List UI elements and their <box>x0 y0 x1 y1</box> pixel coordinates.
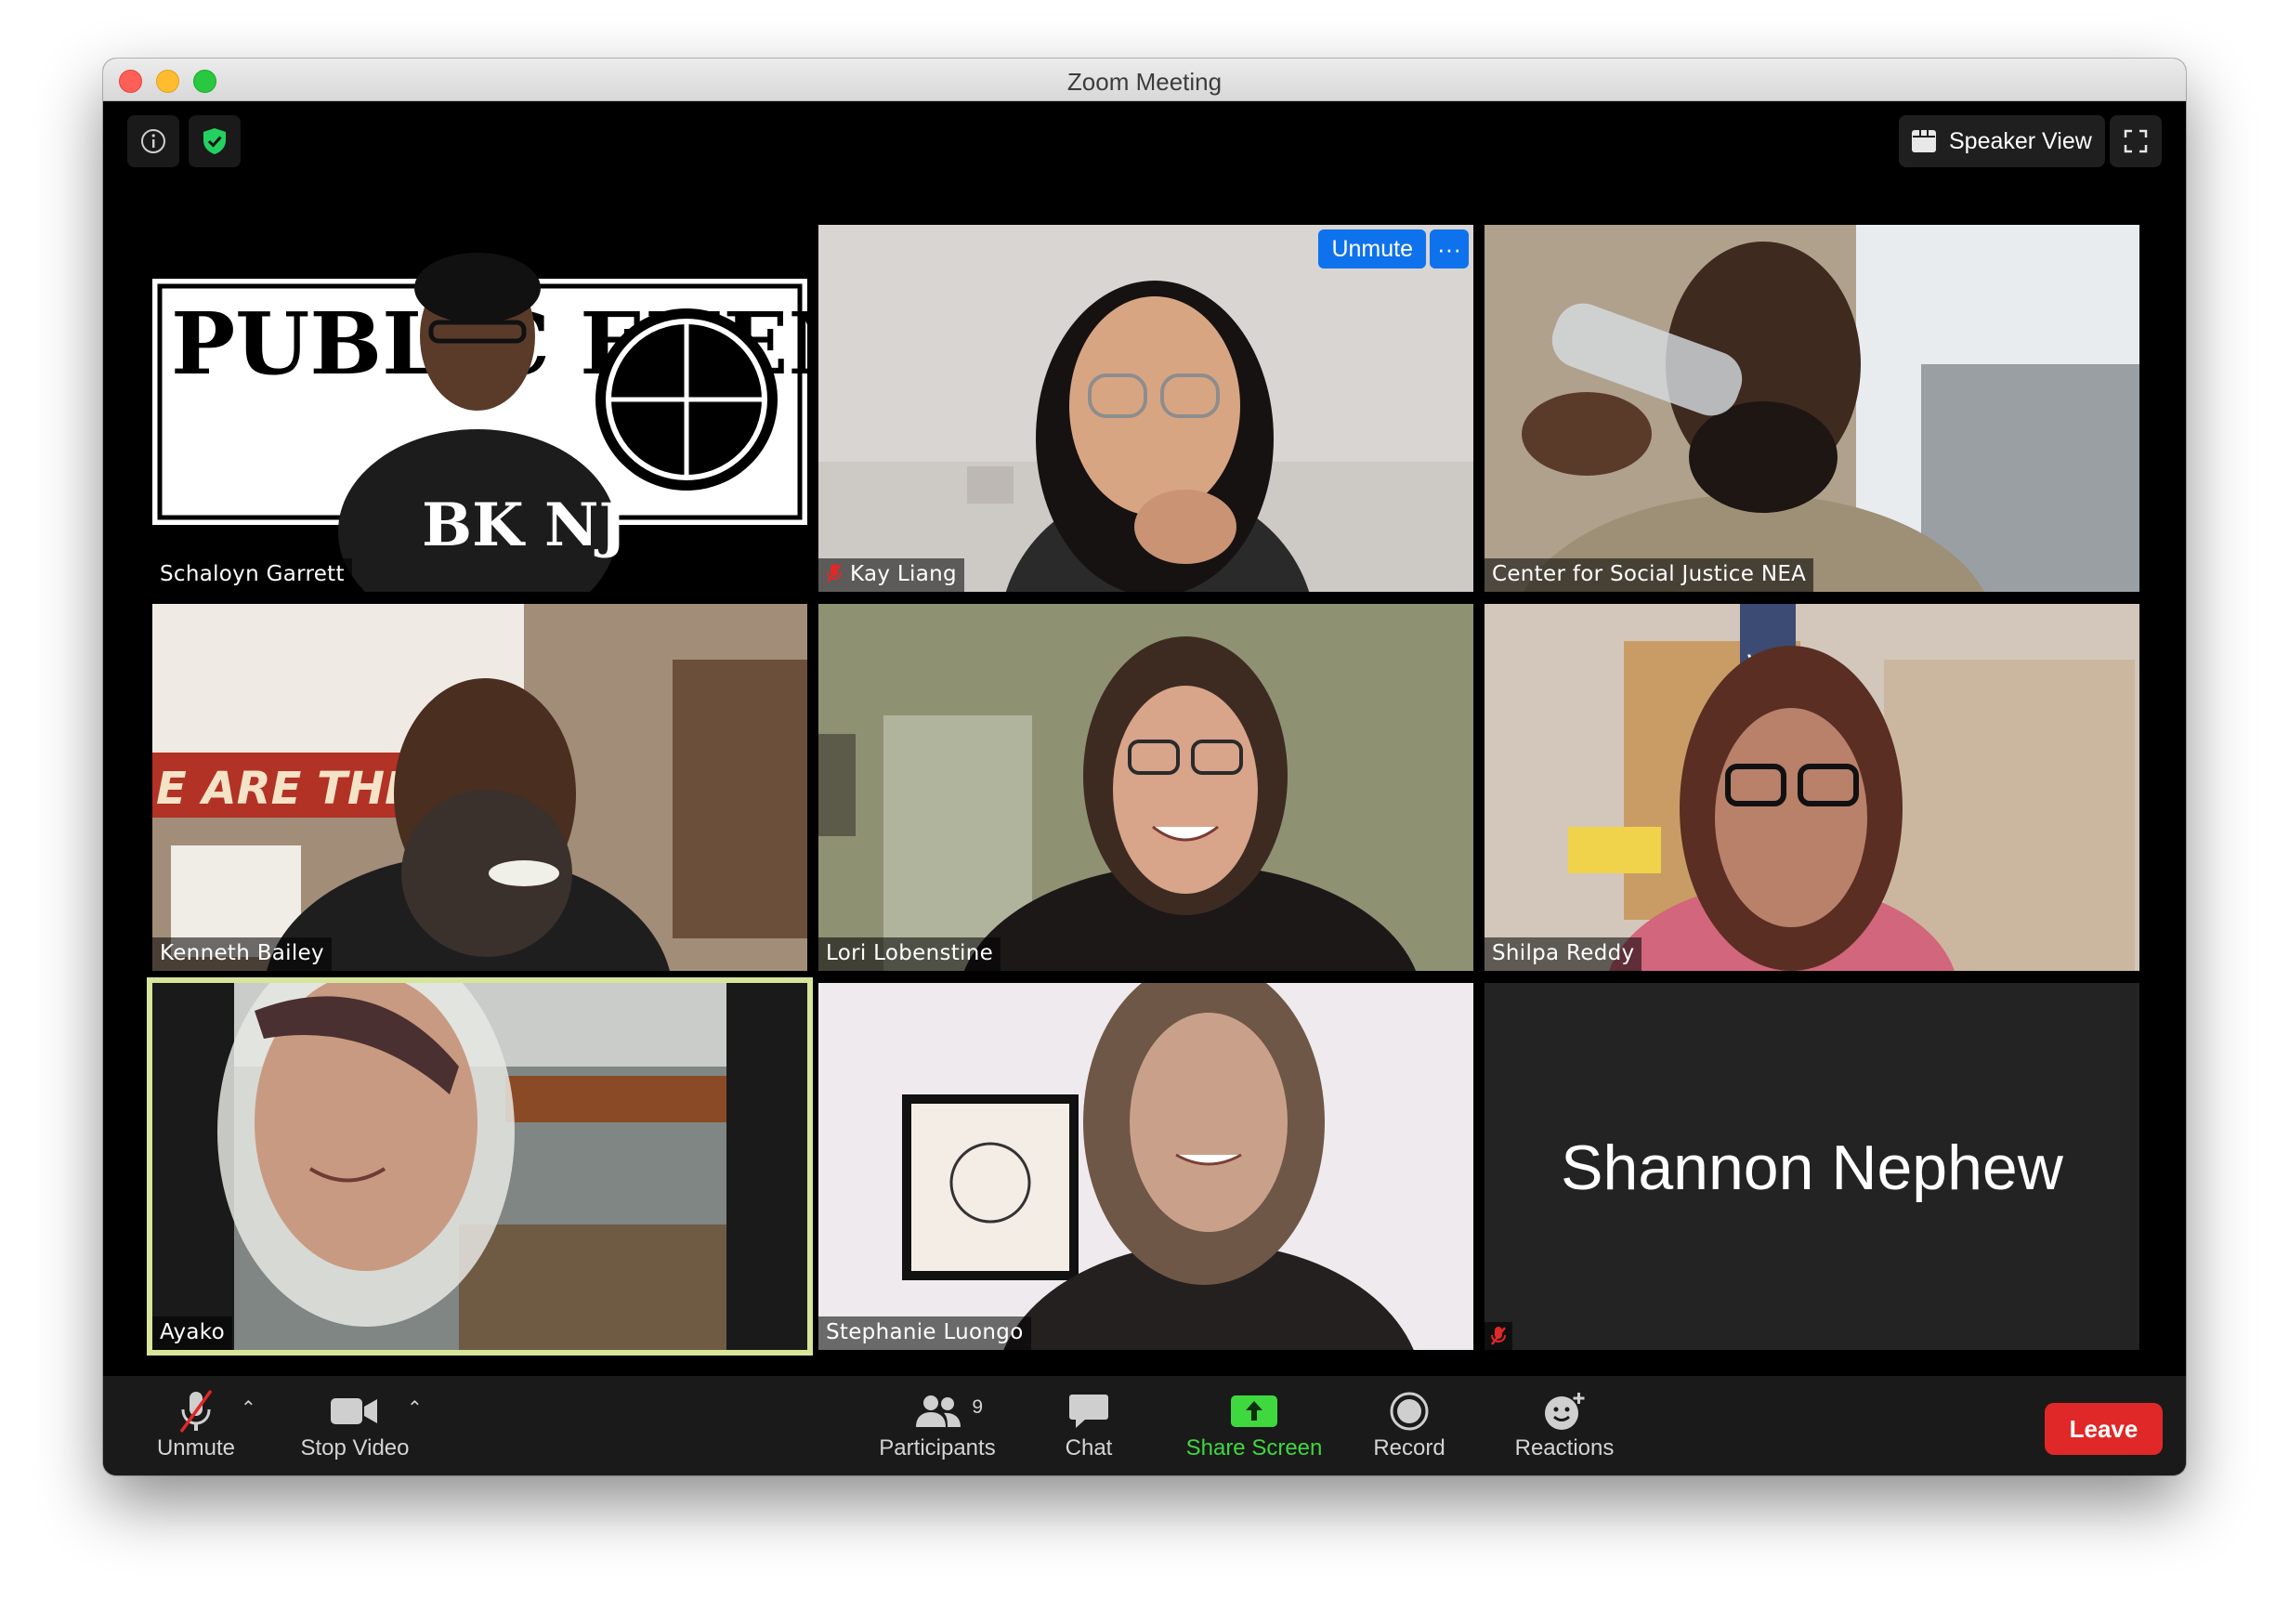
more-options-button[interactable]: ··· <box>1430 229 1469 268</box>
video-tile[interactable]: Lori Lobenstine <box>818 604 1473 971</box>
participant-name: Lori Lobenstine <box>818 937 1001 971</box>
audio-options-caret[interactable]: ⌃ <box>241 1396 256 1420</box>
share-screen-icon <box>1231 1395 1277 1427</box>
reactions-button[interactable]: Reactions <box>1499 1387 1629 1469</box>
participant-name: Ayako <box>152 1316 232 1350</box>
participant-video <box>818 225 1473 592</box>
encryption-button[interactable] <box>189 115 241 167</box>
video-tile[interactable]: Center for Social Justice NEA <box>1485 225 2139 592</box>
participants-label: Participants <box>879 1435 996 1460</box>
video-tile-active-speaker[interactable]: Ayako <box>147 977 813 1356</box>
video-tile[interactable]: Unmute ··· Kay Liang <box>818 225 1473 592</box>
participant-name-large: Shannon Nephew <box>1561 1133 2063 1203</box>
reactions-label: Reactions <box>1514 1435 1615 1460</box>
video-tile[interactable]: Shannon Nephew <box>1485 983 2139 1350</box>
participants-button[interactable]: 9 Participants <box>860 1387 1014 1469</box>
chat-button[interactable]: Chat <box>1046 1387 1131 1469</box>
video-tile[interactable]: Stephanie Luongo <box>818 983 1473 1350</box>
reactions-icon <box>1545 1393 1585 1430</box>
video-options-caret[interactable]: ⌃ <box>407 1396 423 1420</box>
share-screen-button[interactable]: Share Screen <box>1165 1387 1343 1469</box>
window-title: Zoom Meeting <box>1066 68 1223 96</box>
participant-name: Kay Liang <box>850 562 957 586</box>
participant-name: Stephanie Luongo <box>818 1316 1031 1350</box>
title-bar: Zoom Meeting <box>103 59 2186 101</box>
participant-name: Schaloyn Garrett <box>152 558 352 592</box>
stop-video-button[interactable]: Stop Video <box>289 1387 421 1469</box>
participant-video <box>1485 225 2139 592</box>
record-label: Record <box>1373 1435 1445 1460</box>
stop-video-label: Stop Video <box>300 1435 410 1460</box>
mic-off-icon <box>1491 1327 1506 1345</box>
zoom-window: Zoom Meeting Speaker View PUBLIC BK NJ S… <box>103 59 2186 1475</box>
participants-count: 9 <box>972 1396 983 1418</box>
video-tile[interactable]: VOTE Shilpa Reddy <box>1485 604 2139 971</box>
speaker-view-button[interactable]: Speaker View <box>1899 115 2105 167</box>
shield-check-icon <box>203 128 226 154</box>
video-frame: Ayako <box>152 983 807 1350</box>
share-screen-label: Share Screen <box>1185 1435 1323 1460</box>
grid-icon <box>1912 130 1936 152</box>
participant-video: VOTE <box>1485 604 2139 971</box>
mic-off-icon <box>179 1389 213 1434</box>
unmute-label: Unmute <box>156 1435 236 1460</box>
participant-name: Center for Social Justice NEA <box>1485 558 1814 592</box>
fullscreen-icon <box>2124 129 2148 153</box>
participants-icon <box>916 1395 961 1427</box>
chat-icon <box>1069 1395 1108 1428</box>
meeting-toolbar: Unmute ⌃ Stop Video ⌃ 9 Participants Cha… <box>103 1376 2186 1475</box>
participant-video <box>818 983 1473 1350</box>
chat-label: Chat <box>1065 1435 1113 1460</box>
shirt-text: BK NJ <box>422 491 627 560</box>
participant-name: Shilpa Reddy <box>1485 937 1642 971</box>
leave-meeting-button[interactable]: Leave <box>2045 1403 2163 1455</box>
record-button[interactable]: Record <box>1360 1387 1458 1469</box>
participant-video <box>818 604 1473 971</box>
fullscreen-button[interactable] <box>2110 115 2162 167</box>
video-tile[interactable]: PUBLIC ENEMY BK NJ Schaloyn Garrett <box>152 225 807 592</box>
info-icon <box>141 129 165 153</box>
participant-video: E ARE THE PUB <box>152 604 807 971</box>
unmute-participant-button[interactable]: Unmute <box>1318 229 1426 268</box>
muted-indicator <box>1485 1322 1512 1350</box>
participant-video: PUBLIC ENEMY BK NJ <box>152 225 807 592</box>
video-tile[interactable]: E ARE THE PUB Kenneth Bailey <box>152 604 807 971</box>
record-icon <box>1390 1392 1429 1431</box>
participant-name: Kenneth Bailey <box>152 937 332 971</box>
unmute-button[interactable]: Unmute <box>140 1387 252 1469</box>
participant-name-container: Kay Liang <box>818 558 964 592</box>
participant-video <box>152 983 807 1350</box>
video-camera-icon <box>331 1398 377 1424</box>
mic-off-icon <box>827 564 842 583</box>
meeting-info-button[interactable] <box>127 115 179 167</box>
speaker-view-label: Speaker View <box>1949 127 2092 154</box>
